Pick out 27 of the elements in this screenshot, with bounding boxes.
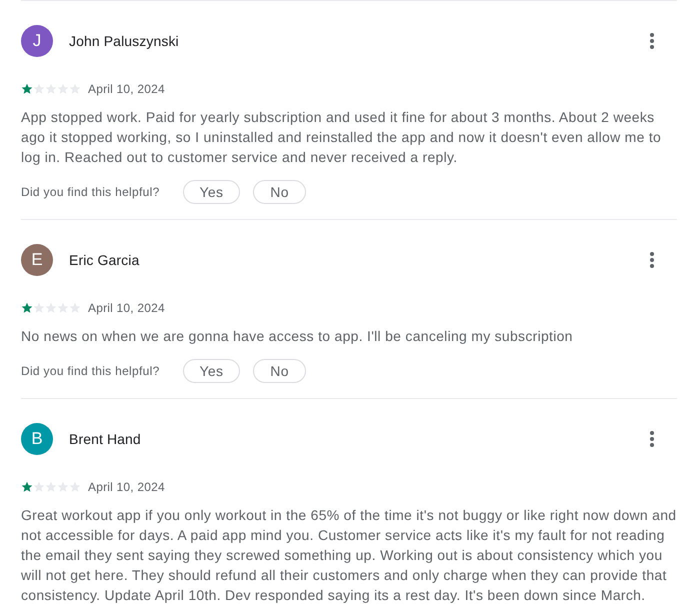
avatar: E [21,244,53,276]
no-button[interactable]: No [253,359,306,383]
review-text: App stopped work. Paid for yearly subscription and used it fine for about 3 months. About 2 weeks ago it stopped working, so I uninstalled and reinstalled the app and now it doesn't even allow me to log in. Reached out to customer service and never received a reply. [21,108,662,167]
more-options-icon[interactable] [650,431,654,447]
star-icon [21,83,33,95]
star-icon [21,302,33,314]
review-date: April 10, 2024 [88,300,165,317]
star-icon [33,302,45,314]
avatar: B [21,423,53,455]
star-icon [33,83,45,95]
reviewer-name: John Paluszynski [69,32,179,51]
helpful-question: Did you find this helpful? [21,363,160,380]
helpful-question: Did you find this helpful? [21,184,160,201]
star-icon [33,481,45,493]
star-icon [21,481,33,493]
avatar: J [21,25,53,57]
yes-button[interactable]: Yes [182,180,240,204]
review-date: April 10, 2024 [88,81,165,98]
reviewer-name: Eric Garcia [69,250,140,270]
review-text: No news on when we are gonna have access to app. I'll be canceling my subscription [21,327,574,346]
review-date: April 10, 2024 [88,479,165,496]
review-text: Great workout app if you only workout in the 65% of the time it's not buggy or like right now down and not accessible for days. A paid app mind you. Customer service acts like it's my fault for not reading the email they sent saying they screwed something up. Working out is about consistency which you will not get here. They should refund all their customers and only charge when they can provide that consistency. Update April 10th. Dev responded saying its a rest day. It's been down since March. [21,506,677,605]
yes-button[interactable]: Yes [182,359,240,383]
reviewer-name: Brent Hand [69,430,141,448]
more-options-icon[interactable] [650,252,654,268]
no-button[interactable]: No [253,180,306,204]
more-options-icon[interactable] [650,33,654,49]
